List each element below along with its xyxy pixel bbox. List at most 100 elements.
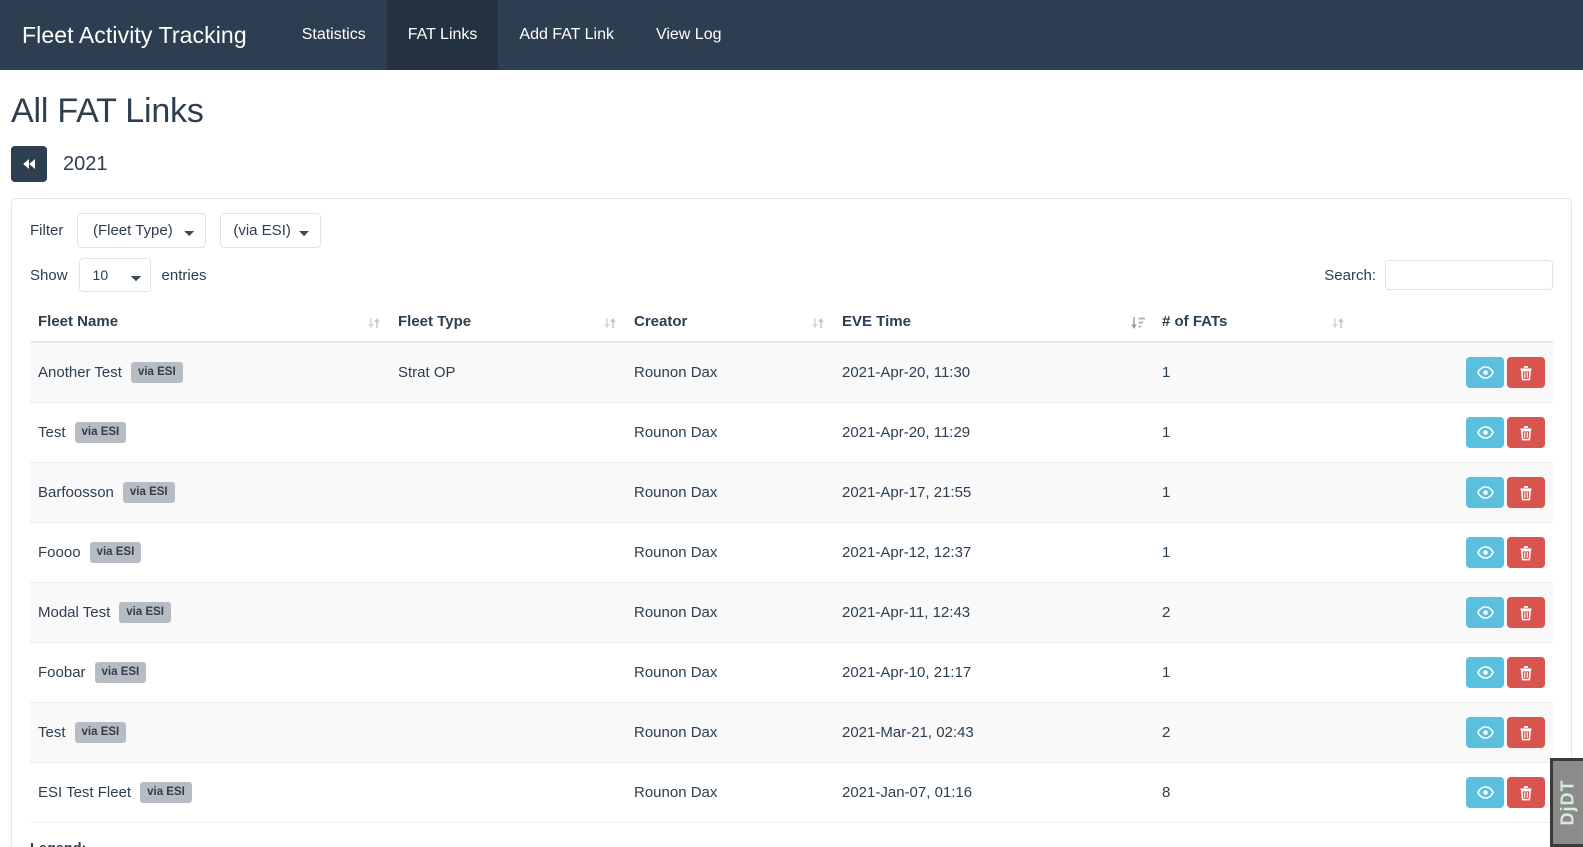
delete-fatlink-button[interactable] — [1507, 597, 1545, 628]
column-label-eve-time: EVE Time — [842, 313, 911, 330]
main-navbar: Fleet Activity Tracking Statistics FAT L… — [0, 0, 1583, 70]
view-fatlink-button[interactable] — [1466, 417, 1504, 448]
cell-creator: Rounon Dax — [626, 462, 834, 523]
cell-fleet-name: Foobar via ESI — [30, 642, 390, 703]
filter-row: Filter (Fleet Type) (via ESI) — [30, 213, 1553, 248]
sort-both-icon — [1330, 315, 1346, 331]
delete-fatlink-button[interactable] — [1507, 417, 1545, 448]
django-debug-toolbar-tab[interactable]: DjDT — [1550, 758, 1583, 847]
cell-fleet-type: Strat OP — [390, 342, 626, 403]
filter-label: Filter — [30, 222, 64, 239]
column-header-fleet-type[interactable]: Fleet Type — [390, 304, 626, 343]
via-esi-filter-select[interactable]: (via ESI) — [220, 213, 322, 248]
trash-icon — [1520, 725, 1532, 740]
legend: Legend: via ESI » Fleet is currently act… — [30, 841, 1553, 847]
cell-fleet-name: Barfoosson via ESI — [30, 462, 390, 523]
year-label: 2021 — [63, 152, 108, 175]
fleet-type-filter-select[interactable]: (Fleet Type) — [77, 213, 207, 248]
cell-fleet-type — [390, 462, 626, 523]
fleet-name-text: Barfoosson — [38, 484, 114, 501]
via-esi-badge: via ESI — [140, 781, 192, 804]
cell-eve-time: 2021-Apr-20, 11:30 — [834, 342, 1154, 403]
entries-label: entries — [161, 266, 207, 284]
cell-fleet-type — [390, 702, 626, 763]
delete-fatlink-button[interactable] — [1507, 717, 1545, 748]
cell-creator: Rounon Dax — [626, 522, 834, 583]
cell-number-of-fats: 1 — [1154, 522, 1354, 583]
cell-actions — [1354, 582, 1553, 643]
nav-item-fat-links[interactable]: FAT Links — [386, 0, 499, 70]
fast-backward-icon — [23, 159, 35, 169]
cell-fleet-type — [390, 522, 626, 583]
cell-eve-time: 2021-Apr-12, 12:37 — [834, 522, 1154, 583]
trash-icon — [1520, 365, 1532, 380]
cell-actions — [1354, 402, 1553, 463]
django-debug-toolbar-label: DjDT — [1557, 779, 1578, 826]
eye-icon — [1476, 786, 1494, 799]
table-row: ESI Test Fleet via ESI Rounon Dax 2021-Jan-… — [30, 762, 1553, 823]
column-header-number-of-fats[interactable]: # of FATs — [1154, 304, 1354, 343]
sort-both-icon — [602, 315, 618, 331]
search-input[interactable] — [1385, 260, 1553, 290]
trash-icon — [1520, 605, 1532, 620]
cell-actions — [1354, 702, 1553, 763]
eye-icon — [1476, 366, 1494, 379]
cell-number-of-fats: 2 — [1154, 582, 1354, 643]
table-row: Modal Test via ESI Rounon Dax 2021-Apr-11, … — [30, 582, 1553, 643]
delete-fatlink-button[interactable] — [1507, 777, 1545, 808]
column-label-number-of-fats: # of FATs — [1162, 313, 1228, 330]
cell-actions — [1354, 462, 1553, 523]
delete-fatlink-button[interactable] — [1507, 657, 1545, 688]
column-header-creator[interactable]: Creator — [626, 304, 834, 343]
view-fatlink-button[interactable] — [1466, 537, 1504, 568]
view-fatlink-button[interactable] — [1466, 777, 1504, 808]
nav-item-add-fat-link[interactable]: Add FAT Link — [498, 0, 635, 70]
via-esi-badge: via ESI — [130, 361, 183, 384]
fast-backward-button[interactable] — [11, 146, 47, 182]
eye-icon — [1476, 546, 1494, 559]
trash-icon — [1520, 425, 1532, 440]
nav-item-statistics[interactable]: Statistics — [281, 0, 387, 70]
cell-actions — [1354, 642, 1553, 703]
view-fatlink-button[interactable] — [1466, 717, 1504, 748]
column-label-fleet-name: Fleet Name — [38, 313, 119, 330]
nav-item-view-log[interactable]: View Log — [635, 0, 743, 70]
delete-fatlink-button[interactable] — [1507, 477, 1545, 508]
table-row: Another Test via ESI Strat OP Rounon Dax 202… — [30, 342, 1553, 403]
table-head: Fleet Name Fleet Type Creator EVE Time #… — [30, 304, 1553, 343]
cell-fleet-type — [390, 402, 626, 463]
column-header-eve-time[interactable]: EVE Time — [834, 304, 1154, 343]
cell-number-of-fats: 1 — [1154, 462, 1354, 523]
cell-creator: Rounon Dax — [626, 582, 834, 643]
column-header-actions — [1354, 304, 1553, 343]
sort-amount-desc-icon — [1130, 315, 1146, 331]
view-fatlink-button[interactable] — [1466, 477, 1504, 508]
delete-fatlink-button[interactable] — [1507, 537, 1545, 568]
view-fatlink-button[interactable] — [1466, 357, 1504, 388]
view-fatlink-button[interactable] — [1466, 657, 1504, 688]
delete-fatlink-button[interactable] — [1507, 357, 1545, 388]
year-navigation: 2021 — [11, 146, 1572, 182]
eye-icon — [1476, 426, 1494, 439]
cell-fleet-name: Foooo via ESI — [30, 522, 390, 583]
navbar-brand[interactable]: Fleet Activity Tracking — [22, 0, 281, 70]
view-fatlink-button[interactable] — [1466, 597, 1504, 628]
table-row: Test via ESI Rounon Dax 2021-Apr-20, 11:29 1 — [30, 402, 1553, 463]
trash-icon — [1520, 785, 1532, 800]
fleet-name-text: Foobar — [38, 664, 86, 681]
trash-icon — [1520, 665, 1532, 680]
cell-creator: Rounon Dax — [626, 402, 834, 463]
column-label-creator: Creator — [634, 313, 688, 330]
fleet-name-text: Another Test — [38, 364, 122, 381]
eye-icon — [1476, 486, 1494, 499]
fleet-name-text: Test — [38, 724, 66, 741]
entries-per-page-select[interactable]: 10 — [78, 258, 151, 292]
fleet-name-text: Foooo — [38, 544, 81, 561]
sort-both-icon — [810, 315, 826, 331]
cell-eve-time: 2021-Apr-17, 21:55 — [834, 462, 1154, 523]
via-esi-badge: via ESI — [119, 601, 171, 624]
column-header-fleet-name[interactable]: Fleet Name — [30, 304, 390, 343]
show-label: Show — [30, 266, 68, 284]
page-title: All FAT Links — [11, 92, 204, 130]
fat-links-card: Filter (Fleet Type) (via ESI) Show 10 en… — [11, 198, 1572, 847]
